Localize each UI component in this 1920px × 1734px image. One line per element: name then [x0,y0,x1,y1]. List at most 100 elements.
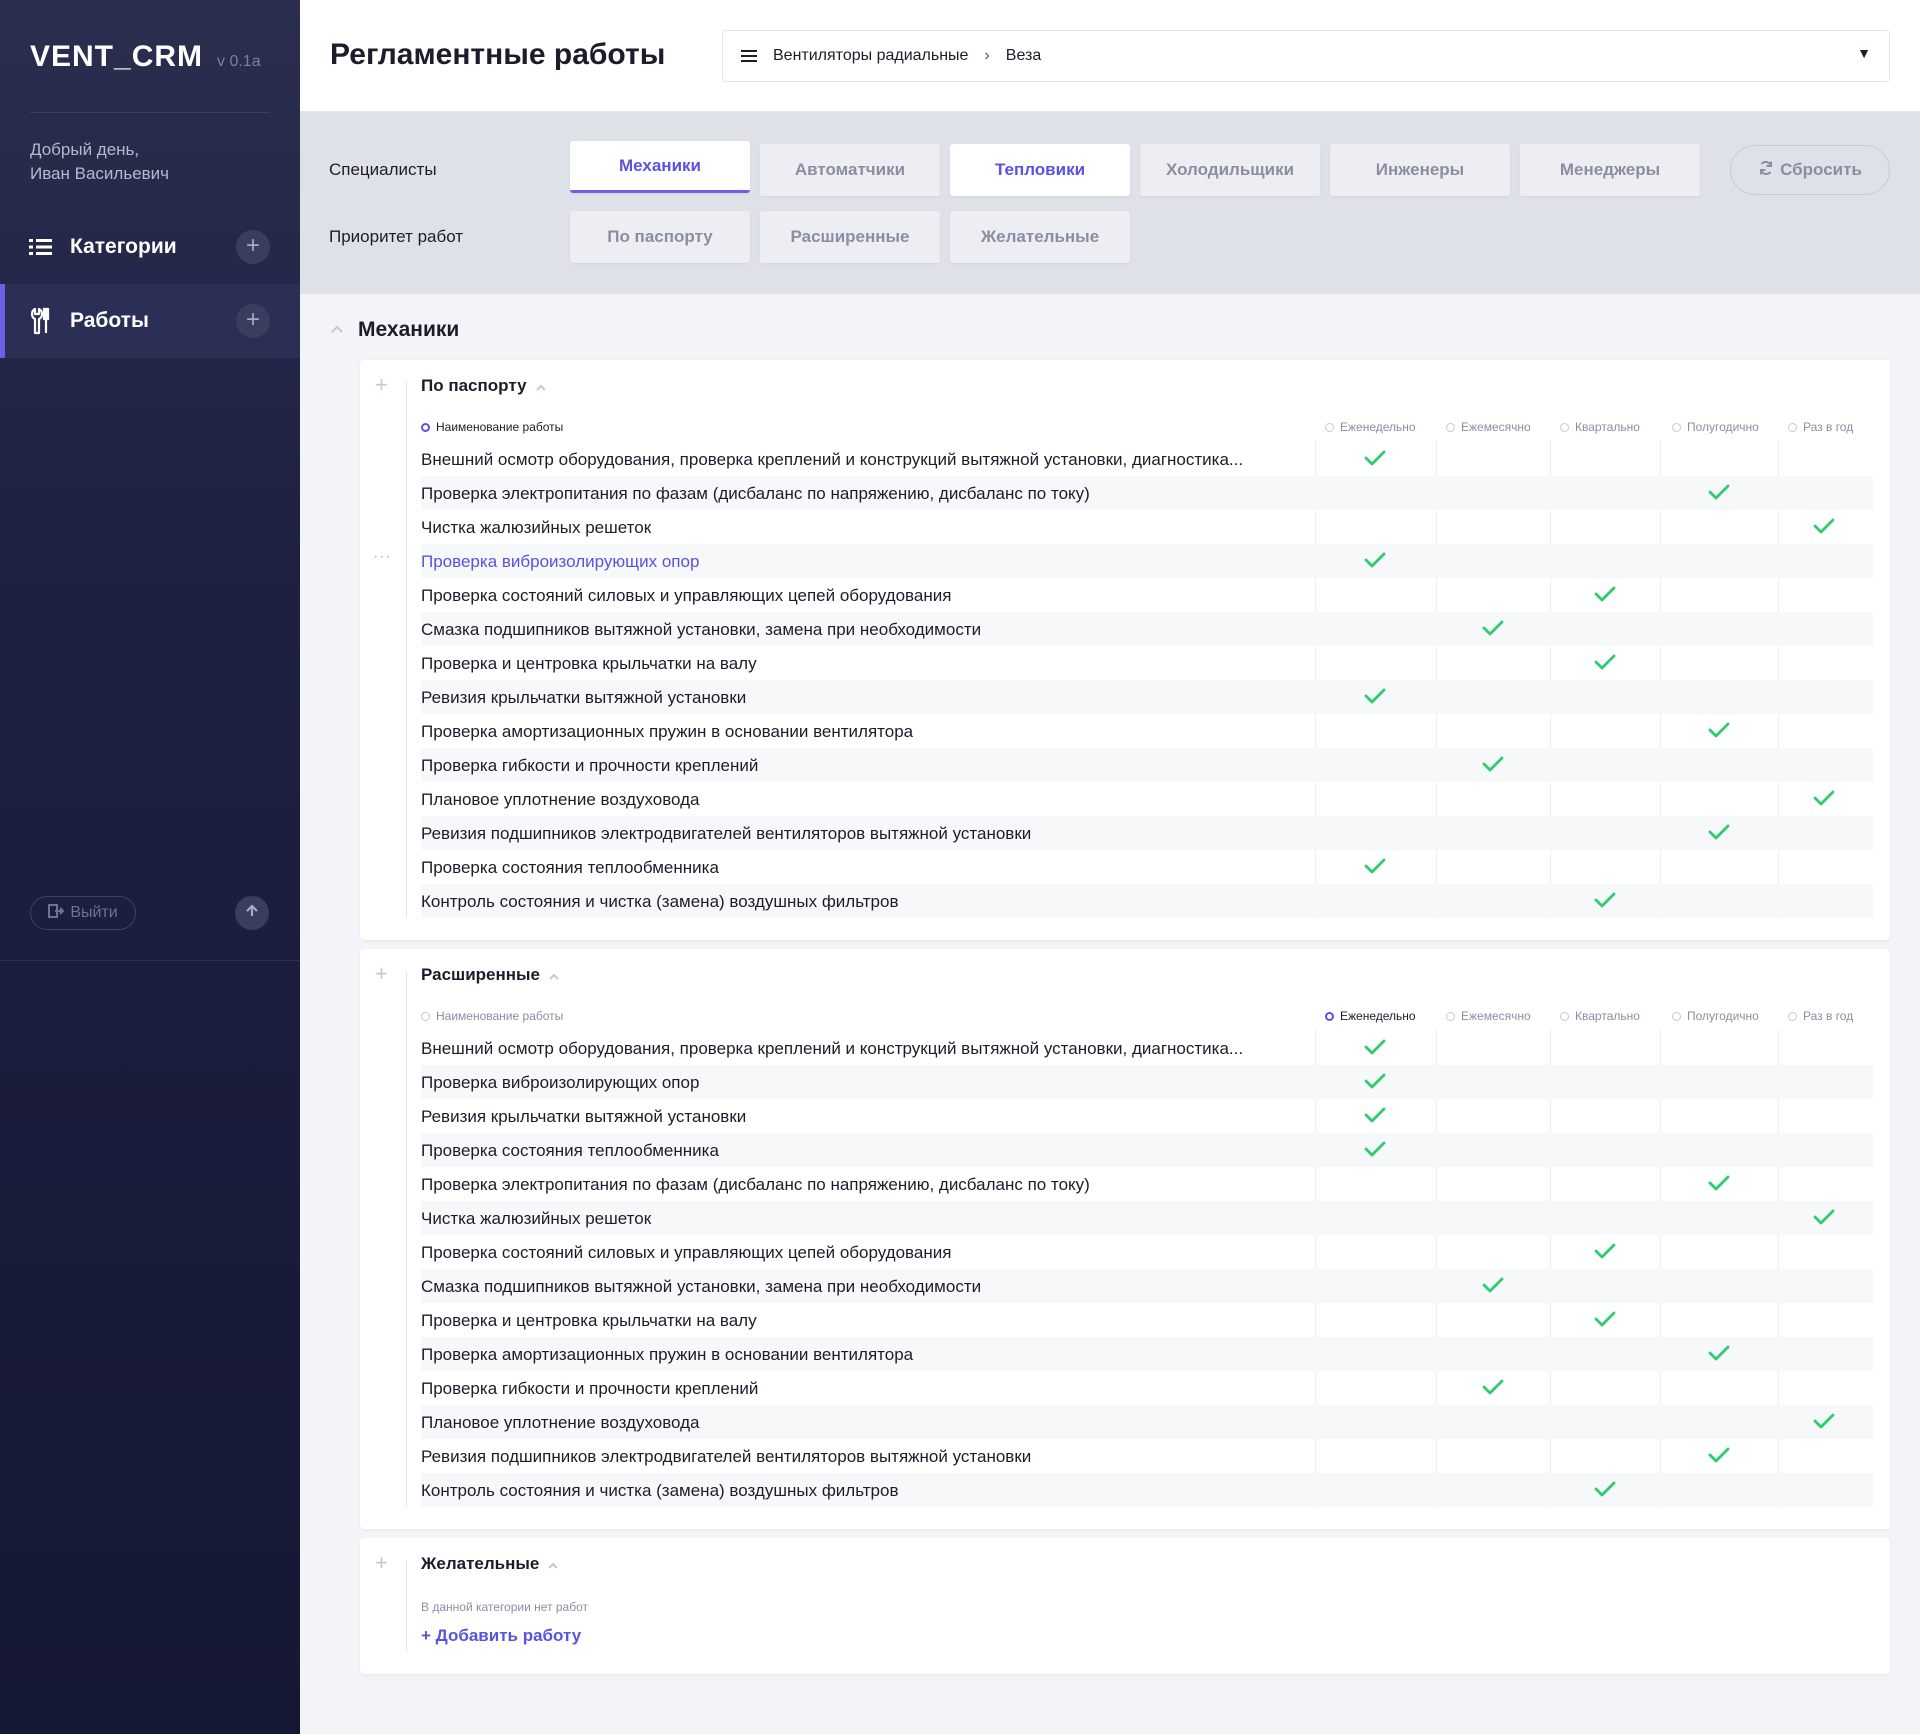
breadcrumb-select[interactable]: Вентиляторы радиальные › Веза ▼ [722,30,1890,82]
work-name[interactable]: Проверка состояний силовых и управляющих… [421,1243,1291,1263]
work-name[interactable]: Плановое уплотнение воздуховода [421,790,1291,810]
table-row[interactable]: Проверка и центровка крыльчатки на валу [421,1303,1873,1337]
specialist-chip[interactable]: Автоматчики [760,144,940,196]
work-name[interactable]: Проверка состояния теплообменника [421,858,1291,878]
table-row[interactable]: Ревизия подшипников электродвигателей ве… [421,1439,1873,1473]
add-work-plus-icon[interactable]: + [375,961,388,987]
section-title[interactable]: По паспорту [421,376,547,396]
table-row[interactable]: Проверка амортизационных пружин в основа… [421,1337,1873,1371]
work-name[interactable]: Ревизия подшипников электродвигателей ве… [421,824,1291,844]
add-work-button[interactable]: + [236,304,270,338]
work-name[interactable]: Контроль состояния и чистка (замена) воз… [421,892,1291,912]
work-name[interactable]: Контроль состояния и чистка (замена) воз… [421,1481,1291,1501]
table-row[interactable]: Проверка гибкости и прочности креплений [421,748,1873,782]
table-row[interactable]: Проверка состояний силовых и управляющих… [421,1235,1873,1269]
column-header-period[interactable]: Раз в год [1788,420,1853,434]
work-name[interactable]: Проверка виброизолирующих опор [421,552,1291,572]
priority-chip[interactable]: Расширенные [760,211,940,263]
work-name[interactable]: Проверка амортизационных пружин в основа… [421,722,1291,742]
table-row[interactable]: Проверка и центровка крыльчатки на валу [421,646,1873,680]
table-row[interactable]: Ревизия крыльчатки вытяжной установки [421,680,1873,714]
work-name[interactable]: Ревизия подшипников электродвигателей ве… [421,1447,1291,1467]
add-work-plus-icon[interactable]: + [375,372,388,398]
column-header-name[interactable]: Наименование работы [421,420,563,434]
table-row[interactable]: Проверка электропитания по фазам (дисбал… [421,1167,1873,1201]
work-name[interactable]: Проверка электропитания по фазам (дисбал… [421,1175,1291,1195]
column-header-period[interactable]: Квартально [1560,1009,1640,1023]
table-row[interactable]: Проверка виброизолирующих опор [421,1065,1873,1099]
section-title[interactable]: Расширенные [421,965,560,985]
add-category-button[interactable]: + [236,230,270,264]
sort-radio[interactable] [1560,422,1569,432]
column-header-name[interactable]: Наименование работы [421,1009,563,1023]
work-name[interactable]: Чистка жалюзийных решеток [421,518,1291,538]
chevron-up-icon[interactable] [330,321,344,339]
sort-radio[interactable] [1325,1011,1334,1021]
chevron-up-icon[interactable] [547,1554,559,1574]
table-row[interactable]: Контроль состояния и чистка (замена) воз… [421,1473,1873,1507]
work-name[interactable]: Ревизия крыльчатки вытяжной установки [421,1107,1291,1127]
work-name[interactable]: Проверка и центровка крыльчатки на валу [421,1311,1291,1331]
sort-radio[interactable] [1560,1011,1569,1021]
specialist-chip[interactable]: Инженеры [1330,144,1510,196]
sidebar-item-works[interactable]: Работы + [0,284,300,358]
column-header-period[interactable]: Полугодично [1672,420,1759,434]
table-row[interactable]: Внешний осмотр оборудования, проверка кр… [421,1031,1873,1065]
scroll-up-button[interactable] [235,896,269,930]
table-row[interactable]: Проверка амортизационных пружин в основа… [421,714,1873,748]
sort-radio[interactable] [1325,422,1334,432]
chevron-up-icon[interactable] [548,965,560,985]
table-row[interactable]: Плановое уплотнение воздуховода [421,1405,1873,1439]
work-name[interactable]: Смазка подшипников вытяжной установки, з… [421,620,1291,640]
priority-chip[interactable]: По паспорту [570,211,750,263]
table-row[interactable]: Контроль состояния и чистка (замена) воз… [421,884,1873,918]
breadcrumb-item[interactable]: Веза [1006,47,1041,65]
section-title[interactable]: Желательные [421,1554,559,1574]
work-name[interactable]: Проверка электропитания по фазам (дисбал… [421,484,1291,504]
logout-button[interactable]: Выйти [30,896,136,930]
sort-radio[interactable] [1672,422,1681,432]
work-name[interactable]: Проверка амортизационных пружин в основа… [421,1345,1291,1365]
table-row[interactable]: Внешний осмотр оборудования, проверка кр… [421,442,1873,476]
work-name[interactable]: Проверка и центровка крыльчатки на валу [421,654,1291,674]
work-name[interactable]: Внешний осмотр оборудования, проверка кр… [421,450,1291,470]
work-name[interactable]: Проверка состояний силовых и управляющих… [421,586,1291,606]
column-header-period[interactable]: Ежемесячно [1446,420,1531,434]
table-row[interactable]: Ревизия подшипников электродвигателей ве… [421,816,1873,850]
table-row[interactable]: Проверка состояния теплообменника [421,1133,1873,1167]
chevron-up-icon[interactable] [535,376,547,396]
work-name[interactable]: Ревизия крыльчатки вытяжной установки [421,688,1291,708]
group-header[interactable]: Механики [330,318,459,342]
work-name[interactable]: Плановое уплотнение воздуховода [421,1413,1291,1433]
column-header-period[interactable]: Ежемесячно [1446,1009,1531,1023]
caret-down-icon[interactable]: ▼ [1857,45,1871,61]
sort-radio[interactable] [1672,1011,1681,1021]
column-header-period[interactable]: Полугодично [1672,1009,1759,1023]
breadcrumb-item[interactable]: Вентиляторы радиальные [773,47,968,65]
column-header-period[interactable]: Квартально [1560,420,1640,434]
sort-radio[interactable] [421,1011,430,1021]
table-row[interactable]: Ревизия крыльчатки вытяжной установки [421,1099,1873,1133]
sort-radio[interactable] [421,422,430,432]
specialist-chip[interactable]: Менеджеры [1520,144,1700,196]
table-row[interactable]: Проверка состояния теплообменника [421,850,1873,884]
specialist-chip[interactable]: Холодильщики [1140,144,1320,196]
work-name[interactable]: Проверка гибкости и прочности креплений [421,756,1291,776]
table-row[interactable]: Смазка подшипников вытяжной установки, з… [421,612,1873,646]
table-row[interactable]: Проверка состояний силовых и управляющих… [421,578,1873,612]
work-name[interactable]: Смазка подшипников вытяжной установки, з… [421,1277,1291,1297]
work-name[interactable]: Внешний осмотр оборудования, проверка кр… [421,1039,1291,1059]
sort-radio[interactable] [1788,422,1797,432]
priority-chip[interactable]: Желательные [950,211,1130,263]
reset-button[interactable]: Сбросить [1730,145,1890,195]
column-header-period[interactable]: Раз в год [1788,1009,1853,1023]
table-row[interactable]: Смазка подшипников вытяжной установки, з… [421,1269,1873,1303]
table-row[interactable]: ··· Проверка виброизолирующих опор [373,544,1873,578]
specialist-chip[interactable]: Механики [570,141,750,193]
more-icon[interactable]: ··· [373,548,392,566]
work-name[interactable]: Проверка гибкости и прочности креплений [421,1379,1291,1399]
column-header-period[interactable]: Еженедельно [1325,1009,1416,1023]
add-work-link[interactable]: + Добавить работу [421,1626,581,1646]
sidebar-item-categories[interactable]: Категории + [0,210,300,284]
column-header-period[interactable]: Еженедельно [1325,420,1416,434]
